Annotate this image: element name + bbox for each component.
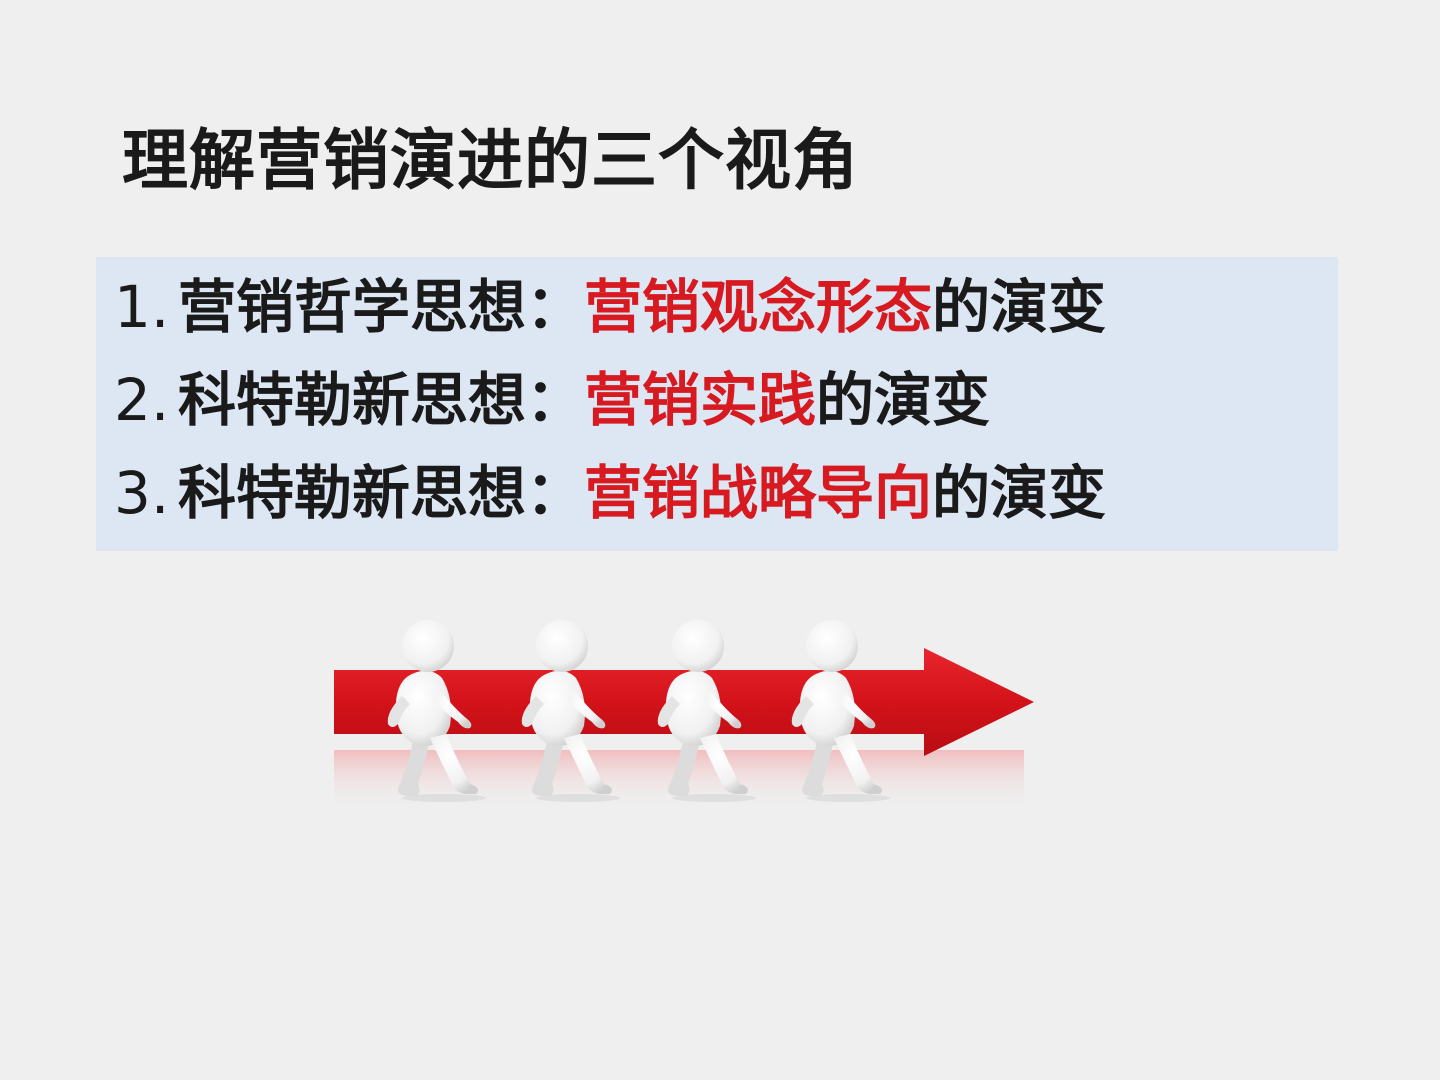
point-number: 2. [114, 366, 170, 434]
point-item: 3. 科特勒新思想：营销战略导向的演变 [114, 464, 1106, 522]
point-highlight: 营销观念形态 [584, 273, 933, 341]
point-item: 2. 科特勒新思想：营销实践的演变 [114, 371, 990, 429]
point-tail: 的演变 [816, 366, 991, 434]
points-box: 1. 营销哲学思想：营销观念形态的演变 2. 科特勒新思想：营销实践的演变 3. 科特… [96, 257, 1338, 551]
point-tail: 的演变 [932, 273, 1107, 341]
point-highlight: 营销战略导向 [584, 459, 933, 527]
point-lead: 科特勒新思想： [178, 459, 585, 527]
walking-figures-arrow-illustration [334, 620, 1034, 810]
point-lead: 科特勒新思想： [178, 366, 585, 434]
point-tail: 的演变 [932, 459, 1107, 527]
point-item: 1. 营销哲学思想：营销观念形态的演变 [114, 278, 1106, 336]
slide-title: 理解营销演进的三个视角 [122, 122, 859, 199]
point-number: 1. [114, 273, 170, 341]
point-highlight: 营销实践 [584, 366, 817, 434]
point-number: 3. [114, 459, 170, 527]
point-lead: 营销哲学思想： [178, 273, 585, 341]
